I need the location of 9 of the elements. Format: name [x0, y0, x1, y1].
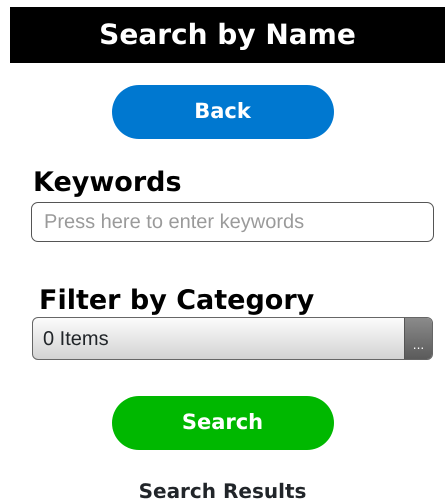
- keywords-field[interactable]: Press here to enter keywords: [31, 202, 434, 242]
- page-title: Search by Name: [10, 7, 445, 63]
- results-heading: Search Results: [138, 478, 308, 500]
- category-dropdown[interactable]: 0 Items ...: [32, 317, 433, 360]
- back-button[interactable]: Back: [112, 85, 334, 139]
- keywords-label: Keywords: [33, 169, 183, 196]
- picker-button[interactable]: ...: [404, 318, 432, 359]
- dropdown-value: 0 Items: [42, 326, 110, 352]
- category-label: Filter by Category: [39, 287, 316, 314]
